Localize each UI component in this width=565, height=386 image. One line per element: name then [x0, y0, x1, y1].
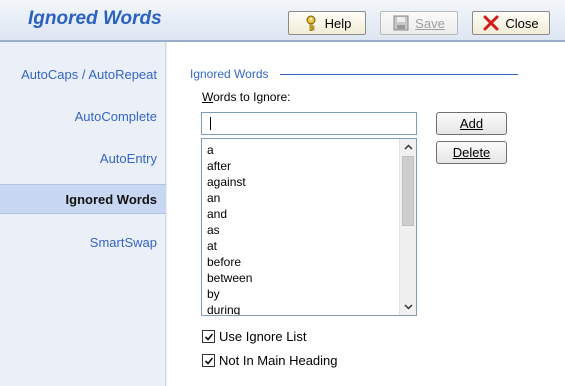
checkmark-icon — [204, 356, 213, 365]
not-in-main-heading-checkbox[interactable] — [202, 354, 215, 367]
list-item[interactable]: at — [202, 238, 398, 254]
sidebar-item-autoentry[interactable]: AutoEntry — [0, 143, 166, 173]
scroll-thumb[interactable] — [402, 156, 414, 226]
list-item[interactable]: before — [202, 254, 398, 270]
group-title: Ignored Words — [190, 67, 269, 81]
delete-label: Delete — [452, 145, 491, 160]
list-item[interactable]: between — [202, 270, 398, 286]
header-bar: Ignored Words Help Save Close — [0, 0, 565, 42]
use-ignore-list-label: Use Ignore List — [219, 329, 307, 344]
scroll-down-icon[interactable] — [400, 299, 416, 315]
checkmark-icon — [204, 332, 213, 341]
scroll-up-icon[interactable] — [400, 139, 416, 155]
help-button[interactable]: Help — [288, 11, 366, 35]
words-list: a after against an and as at before between by dur… — [202, 142, 398, 315]
red-x-icon — [483, 15, 499, 31]
add-label: Add — [459, 116, 484, 131]
key-icon — [303, 15, 319, 31]
list-item[interactable]: as — [202, 222, 398, 238]
save-label: Save — [415, 15, 445, 31]
list-item[interactable]: by — [202, 286, 398, 302]
delete-button[interactable]: Delete — [436, 141, 507, 164]
sidebar-item-ignored-words[interactable]: Ignored Words — [0, 184, 166, 214]
close-button[interactable]: Close — [472, 11, 550, 35]
group-divider — [280, 74, 518, 75]
sidebar: AutoCaps / AutoRepeat AutoComplete AutoE… — [0, 42, 166, 386]
not-in-main-heading-label: Not In Main Heading — [219, 353, 338, 368]
main-panel: Ignored Words Words to Ignore: Add Delet… — [167, 42, 565, 386]
not-in-main-heading-option[interactable]: Not In Main Heading — [202, 353, 338, 368]
use-ignore-list-option[interactable]: Use Ignore List — [202, 329, 306, 344]
sidebar-item-autocomplete[interactable]: AutoComplete — [0, 101, 166, 131]
list-item[interactable]: during — [202, 302, 398, 315]
save-button[interactable]: Save — [380, 11, 458, 35]
add-button[interactable]: Add — [436, 112, 507, 135]
words-to-ignore-label: Words to Ignore: — [202, 90, 291, 104]
list-item[interactable]: against — [202, 174, 398, 190]
help-label: Help — [324, 15, 352, 31]
list-item[interactable]: and — [202, 206, 398, 222]
word-input[interactable] — [201, 112, 417, 135]
floppy-icon — [393, 15, 409, 31]
sidebar-item-smartswap[interactable]: SmartSwap — [0, 227, 166, 257]
list-item[interactable]: an — [202, 190, 398, 206]
list-item[interactable]: after — [202, 158, 398, 174]
list-item[interactable]: a — [202, 142, 398, 158]
close-label: Close — [505, 15, 539, 31]
listbox-scrollbar[interactable] — [399, 139, 416, 315]
use-ignore-list-checkbox[interactable] — [202, 330, 215, 343]
sidebar-item-autocaps[interactable]: AutoCaps / AutoRepeat — [0, 59, 166, 89]
text-caret — [210, 117, 211, 130]
words-listbox[interactable]: a after against an and as at before between by dur… — [201, 138, 417, 316]
page-title: Ignored Words — [28, 8, 162, 29]
